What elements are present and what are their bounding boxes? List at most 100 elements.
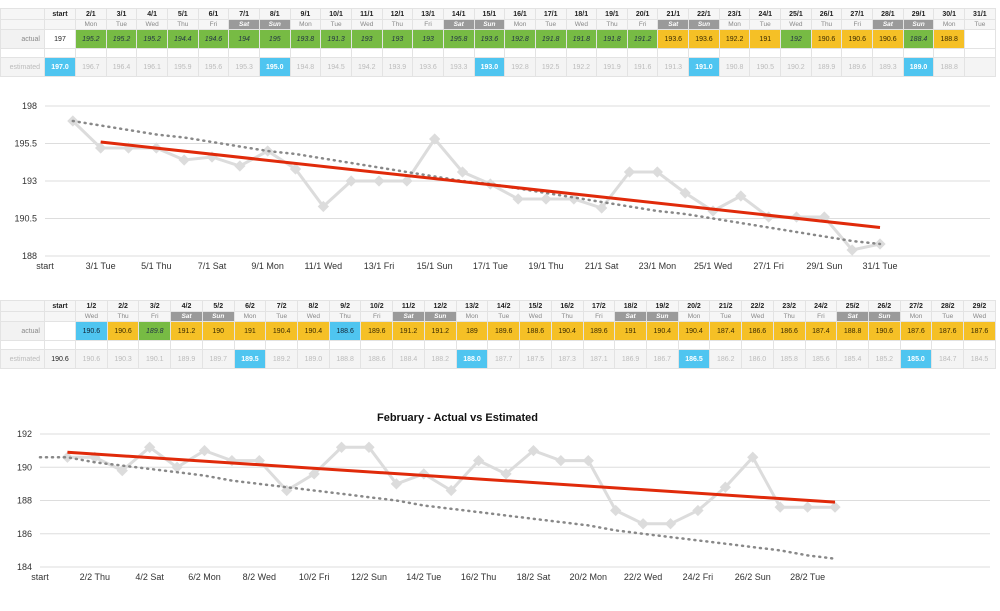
estimated-value-cell: 185.2 bbox=[867, 349, 901, 369]
actual-value-cell: 190.6 bbox=[810, 29, 843, 49]
spacer-cell bbox=[780, 48, 812, 58]
estimated-value-cell: 195.9 bbox=[166, 57, 199, 77]
date-header-cell: 13/1 bbox=[412, 8, 444, 20]
estimated-value-cell: 186.2 bbox=[709, 349, 743, 369]
date-header-cell: 10/2 bbox=[360, 300, 394, 312]
estimated-value-cell: 187.5 bbox=[519, 349, 552, 369]
estimated-value-cell: 191.3 bbox=[657, 57, 690, 77]
weekday-cell: Fri bbox=[138, 311, 172, 322]
estimated-value-cell: 195.6 bbox=[197, 57, 230, 77]
estimated-value-cell: 195.0 bbox=[258, 57, 291, 77]
x-tick-label: 13/1 Fri bbox=[364, 261, 395, 271]
weekday-cell: Mon bbox=[289, 19, 322, 30]
date-header-cell: 30/1 bbox=[933, 8, 966, 20]
spacer-cell bbox=[626, 48, 659, 58]
spacer-cell bbox=[931, 340, 965, 350]
date-header-cell: 10/1 bbox=[320, 8, 352, 20]
estimated-value-cell: 190.5 bbox=[749, 57, 782, 77]
spacer-cell bbox=[289, 48, 322, 58]
weekday-cell: Sat bbox=[657, 19, 690, 30]
actual-value-cell: 192.8 bbox=[504, 29, 536, 49]
spacer-cell bbox=[709, 340, 743, 350]
spacer-cell bbox=[75, 48, 107, 58]
date-header-row: start 1/2 2/2 3/2 4/2 5/2 6/2 7/2 8/2 9/2 10/2 11/2… bbox=[0, 300, 996, 312]
weekday-cell: Tue bbox=[931, 311, 965, 322]
actual-value-cell: 187.6 bbox=[899, 321, 933, 341]
spacer-cell bbox=[75, 340, 108, 350]
estimated-value-cell: 194.2 bbox=[350, 57, 383, 77]
estimated-row: estimated 197.0 196.7 196.4 196.1 195.9 195.6 1… bbox=[0, 57, 996, 77]
date-header-cell: 26/2 bbox=[867, 300, 901, 312]
x-tick-label: start bbox=[36, 261, 54, 271]
estimated-value-cell: 184.7 bbox=[931, 349, 965, 369]
spacer-cell bbox=[718, 48, 751, 58]
actual-row-label: actual bbox=[0, 321, 45, 341]
weekday-cell: Wed bbox=[519, 311, 552, 322]
date-header-cell: 4/2 bbox=[170, 300, 203, 312]
y-tick-label: 193 bbox=[22, 176, 37, 186]
actual-value-cell: 189.6 bbox=[360, 321, 394, 341]
date-header-cell: 11/1 bbox=[350, 8, 383, 20]
estimated-value-cell: 188.0 bbox=[455, 349, 489, 369]
spacer-cell bbox=[44, 48, 76, 58]
actual-value-cell: 190.6 bbox=[867, 321, 901, 341]
spacer-cell bbox=[201, 340, 235, 350]
weekday-cell: Wed bbox=[75, 311, 108, 322]
estimated-value-cell: 189.0 bbox=[902, 57, 935, 77]
date-header-cell: 17/2 bbox=[582, 300, 616, 312]
spacer-cell bbox=[688, 48, 720, 58]
spacer-cell bbox=[565, 48, 598, 58]
x-tick-label: 19/1 Thu bbox=[528, 261, 563, 271]
weekday-cell: Wed bbox=[350, 19, 383, 30]
weekday-cell: Fri bbox=[582, 311, 616, 322]
spacer-cell bbox=[550, 340, 584, 350]
corner-cell bbox=[0, 300, 45, 312]
y-tick-label: 184 bbox=[17, 562, 32, 572]
estimated-value-cell: 188.4 bbox=[392, 349, 425, 369]
actual-row-label: actual bbox=[0, 29, 45, 49]
actual-value-cell: 195.2 bbox=[75, 29, 107, 49]
spacer-cell bbox=[473, 48, 506, 58]
date-header-cell: 21/2 bbox=[709, 300, 743, 312]
x-tick-label: 25/1 Wed bbox=[694, 261, 732, 271]
spacer-cell bbox=[381, 48, 414, 58]
estimated-value-cell: 189.6 bbox=[841, 57, 874, 77]
spacer-cell bbox=[44, 340, 76, 350]
date-header-cell: 21/1 bbox=[657, 8, 690, 20]
start-header-cell: start bbox=[44, 300, 76, 312]
weekday-cell: Wed bbox=[297, 311, 330, 322]
actual-value-cell: 187.4 bbox=[709, 321, 743, 341]
x-tick-label: start bbox=[31, 572, 49, 582]
weekday-cell: Sun bbox=[423, 311, 457, 322]
x-tick-label: 10/2 Fri bbox=[299, 572, 330, 582]
x-tick-label: 28/2 Tue bbox=[790, 572, 825, 582]
estimated-value-cell: 187.3 bbox=[550, 349, 584, 369]
start-day-cell bbox=[44, 311, 76, 322]
weekday-cell: Sat bbox=[442, 19, 475, 30]
weekday-cell: Thu bbox=[328, 311, 362, 322]
actual-value-cell: 188.4 bbox=[902, 29, 935, 49]
actual-value-cell: 186.6 bbox=[772, 321, 806, 341]
weekday-cell: Sun bbox=[688, 19, 720, 30]
weekday-cell: Thu bbox=[596, 19, 628, 30]
actual-value-cell: 187.6 bbox=[963, 321, 996, 341]
spacer-cell bbox=[105, 48, 138, 58]
actual-value-cell: 190.6 bbox=[106, 321, 140, 341]
date-header-cell: 9/2 bbox=[328, 300, 362, 312]
estimated-value-cell: 190.8 bbox=[718, 57, 751, 77]
actual-value-cell: 191 bbox=[614, 321, 647, 341]
actual-value-cell: 193.6 bbox=[688, 29, 720, 49]
spacer-cell bbox=[412, 48, 444, 58]
x-tick-label: 12/2 Sun bbox=[351, 572, 387, 582]
date-header-cell: 6/1 bbox=[197, 8, 230, 20]
date-header-cell: 22/2 bbox=[741, 300, 774, 312]
weekday-row: Mon Tue Wed Thu Fri Sat Sun Mon Tue Wed Thu Fri Sat S… bbox=[0, 19, 996, 30]
weekday-cell: Mon bbox=[933, 19, 966, 30]
estimated-value-cell: 194.8 bbox=[289, 57, 322, 77]
date-header-row: start 2/1 3/1 4/1 5/1 6/1 7/1 8/1 9/1 10/1 11/1 12/… bbox=[0, 8, 996, 20]
actual-point bbox=[582, 454, 594, 467]
actual-value-cell: 189 bbox=[455, 321, 489, 341]
spacer-cell bbox=[677, 340, 711, 350]
weekday-cell: Sun bbox=[867, 311, 901, 322]
date-header-cell: 14/1 bbox=[442, 8, 475, 20]
